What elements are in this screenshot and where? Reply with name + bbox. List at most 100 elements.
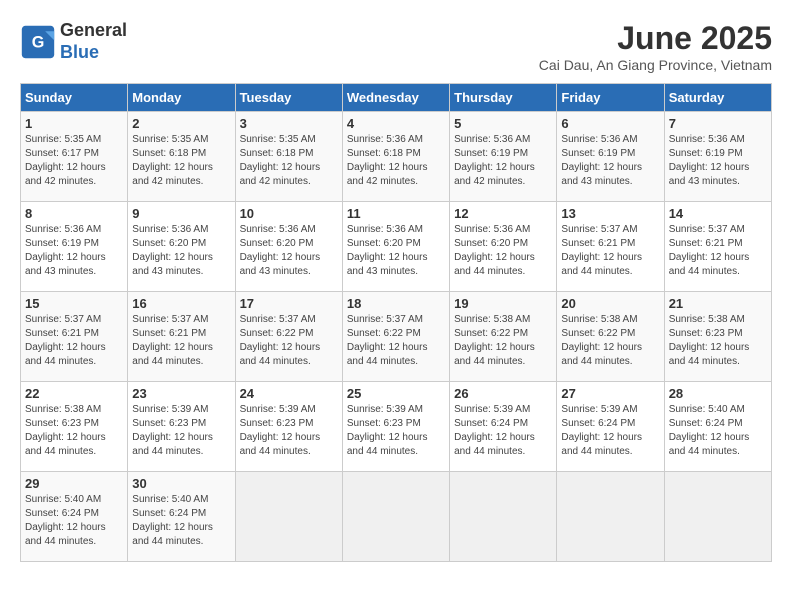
calendar-week-row: 15 Sunrise: 5:37 AMSunset: 6:21 PMDayligh… (21, 292, 772, 382)
day-info: Sunrise: 5:36 AMSunset: 6:18 PMDaylight:… (347, 133, 445, 189)
calendar-day-cell: 22 Sunrise: 5:38 AMSunset: 6:23 PMDayligh… (21, 382, 128, 472)
day-number: 11 (347, 206, 445, 221)
day-info: Sunrise: 5:37 AMSunset: 6:22 PMDaylight:… (240, 313, 338, 369)
day-info: Sunrise: 5:40 AMSunset: 6:24 PMDaylight:… (669, 403, 767, 459)
weekday-header-thursday: Thursday (450, 84, 557, 112)
day-number: 15 (25, 296, 123, 311)
day-info: Sunrise: 5:39 AMSunset: 6:23 PMDaylight:… (240, 403, 338, 459)
calendar-day-cell: 9 Sunrise: 5:36 AMSunset: 6:20 PMDaylight… (128, 202, 235, 292)
calendar-day-cell: 26 Sunrise: 5:39 AMSunset: 6:24 PMDayligh… (450, 382, 557, 472)
day-info: Sunrise: 5:40 AMSunset: 6:24 PMDaylight:… (25, 493, 123, 549)
day-number: 12 (454, 206, 552, 221)
calendar-day-cell (342, 472, 449, 562)
day-number: 30 (132, 476, 230, 491)
day-info: Sunrise: 5:35 AMSunset: 6:18 PMDaylight:… (132, 133, 230, 189)
day-info: Sunrise: 5:39 AMSunset: 6:23 PMDaylight:… (132, 403, 230, 459)
calendar-day-cell: 16 Sunrise: 5:37 AMSunset: 6:21 PMDayligh… (128, 292, 235, 382)
day-number: 16 (132, 296, 230, 311)
calendar-day-cell: 14 Sunrise: 5:37 AMSunset: 6:21 PMDayligh… (664, 202, 771, 292)
page-header: G General Blue June 2025 Cai Dau, An Gia… (20, 20, 772, 73)
month-title: June 2025 (539, 20, 772, 57)
logo-general: General (60, 20, 127, 42)
calendar-day-cell: 8 Sunrise: 5:36 AMSunset: 6:19 PMDaylight… (21, 202, 128, 292)
calendar-day-cell: 30Sunrise: 5:40 AMSunset: 6:24 PMDayligh… (128, 472, 235, 562)
calendar-day-cell: 6 Sunrise: 5:36 AMSunset: 6:19 PMDaylight… (557, 112, 664, 202)
calendar-header: SundayMondayTuesdayWednesdayThursdayFrid… (21, 84, 772, 112)
day-info: Sunrise: 5:37 AMSunset: 6:21 PMDaylight:… (561, 223, 659, 279)
day-info: Sunrise: 5:36 AMSunset: 6:20 PMDaylight:… (347, 223, 445, 279)
day-number: 21 (669, 296, 767, 311)
calendar-week-row: 22 Sunrise: 5:38 AMSunset: 6:23 PMDayligh… (21, 382, 772, 472)
day-info: Sunrise: 5:36 AMSunset: 6:19 PMDaylight:… (25, 223, 123, 279)
day-number: 22 (25, 386, 123, 401)
day-number: 26 (454, 386, 552, 401)
day-number: 7 (669, 116, 767, 131)
day-number: 25 (347, 386, 445, 401)
calendar-table: SundayMondayTuesdayWednesdayThursdayFrid… (20, 83, 772, 562)
day-info: Sunrise: 5:36 AMSunset: 6:20 PMDaylight:… (240, 223, 338, 279)
calendar-week-row: 8 Sunrise: 5:36 AMSunset: 6:19 PMDaylight… (21, 202, 772, 292)
calendar-day-cell: 10 Sunrise: 5:36 AMSunset: 6:20 PMDayligh… (235, 202, 342, 292)
calendar-day-cell: 15 Sunrise: 5:37 AMSunset: 6:21 PMDayligh… (21, 292, 128, 382)
day-info: Sunrise: 5:39 AMSunset: 6:23 PMDaylight:… (347, 403, 445, 459)
logo: G General Blue (20, 20, 127, 63)
day-number: 3 (240, 116, 338, 131)
day-info: Sunrise: 5:38 AMSunset: 6:23 PMDaylight:… (25, 403, 123, 459)
calendar-day-cell: 17 Sunrise: 5:37 AMSunset: 6:22 PMDayligh… (235, 292, 342, 382)
calendar-day-cell: 21 Sunrise: 5:38 AMSunset: 6:23 PMDayligh… (664, 292, 771, 382)
logo-blue: Blue (60, 42, 127, 64)
calendar-day-cell: 25 Sunrise: 5:39 AMSunset: 6:23 PMDayligh… (342, 382, 449, 472)
weekday-header-friday: Friday (557, 84, 664, 112)
day-number: 4 (347, 116, 445, 131)
calendar-day-cell: 24 Sunrise: 5:39 AMSunset: 6:23 PMDayligh… (235, 382, 342, 472)
day-info: Sunrise: 5:36 AMSunset: 6:19 PMDaylight:… (561, 133, 659, 189)
day-number: 27 (561, 386, 659, 401)
calendar-day-cell: 29 Sunrise: 5:40 AMSunset: 6:24 PMDayligh… (21, 472, 128, 562)
weekday-header-tuesday: Tuesday (235, 84, 342, 112)
calendar-body: 1Sunrise: 5:35 AMSunset: 6:17 PMDaylight… (21, 112, 772, 562)
calendar-day-cell: 18 Sunrise: 5:37 AMSunset: 6:22 PMDayligh… (342, 292, 449, 382)
weekday-header-sunday: Sunday (21, 84, 128, 112)
weekday-header-monday: Monday (128, 84, 235, 112)
calendar-day-cell: 1Sunrise: 5:35 AMSunset: 6:17 PMDaylight… (21, 112, 128, 202)
day-info: Sunrise: 5:37 AMSunset: 6:21 PMDaylight:… (25, 313, 123, 369)
day-number: 20 (561, 296, 659, 311)
calendar-day-cell: 3Sunrise: 5:35 AMSunset: 6:18 PMDaylight… (235, 112, 342, 202)
calendar-day-cell: 11 Sunrise: 5:36 AMSunset: 6:20 PMDayligh… (342, 202, 449, 292)
calendar-day-cell: 27 Sunrise: 5:39 AMSunset: 6:24 PMDayligh… (557, 382, 664, 472)
calendar-day-cell (450, 472, 557, 562)
day-number: 6 (561, 116, 659, 131)
day-info: Sunrise: 5:39 AMSunset: 6:24 PMDaylight:… (454, 403, 552, 459)
day-number: 24 (240, 386, 338, 401)
day-info: Sunrise: 5:37 AMSunset: 6:22 PMDaylight:… (347, 313, 445, 369)
day-number: 17 (240, 296, 338, 311)
day-info: Sunrise: 5:38 AMSunset: 6:23 PMDaylight:… (669, 313, 767, 369)
day-number: 9 (132, 206, 230, 221)
calendar-day-cell (664, 472, 771, 562)
day-number: 10 (240, 206, 338, 221)
day-info: Sunrise: 5:37 AMSunset: 6:21 PMDaylight:… (132, 313, 230, 369)
day-number: 19 (454, 296, 552, 311)
day-number: 23 (132, 386, 230, 401)
calendar-week-row: 29 Sunrise: 5:40 AMSunset: 6:24 PMDayligh… (21, 472, 772, 562)
day-number: 29 (25, 476, 123, 491)
calendar-day-cell: 5Sunrise: 5:36 AMSunset: 6:19 PMDaylight… (450, 112, 557, 202)
calendar-day-cell: 13Sunrise: 5:37 AMSunset: 6:21 PMDayligh… (557, 202, 664, 292)
calendar-day-cell: 7 Sunrise: 5:36 AMSunset: 6:19 PMDaylight… (664, 112, 771, 202)
day-info: Sunrise: 5:35 AMSunset: 6:17 PMDaylight:… (25, 133, 123, 189)
calendar-day-cell: 20Sunrise: 5:38 AMSunset: 6:22 PMDayligh… (557, 292, 664, 382)
day-number: 18 (347, 296, 445, 311)
calendar-day-cell (235, 472, 342, 562)
day-info: Sunrise: 5:37 AMSunset: 6:21 PMDaylight:… (669, 223, 767, 279)
day-info: Sunrise: 5:36 AMSunset: 6:20 PMDaylight:… (132, 223, 230, 279)
day-number: 2 (132, 116, 230, 131)
day-info: Sunrise: 5:39 AMSunset: 6:24 PMDaylight:… (561, 403, 659, 459)
calendar-day-cell: 12 Sunrise: 5:36 AMSunset: 6:20 PMDayligh… (450, 202, 557, 292)
weekday-header-saturday: Saturday (664, 84, 771, 112)
day-info: Sunrise: 5:36 AMSunset: 6:19 PMDaylight:… (669, 133, 767, 189)
calendar-day-cell: 28Sunrise: 5:40 AMSunset: 6:24 PMDayligh… (664, 382, 771, 472)
day-number: 8 (25, 206, 123, 221)
day-number: 14 (669, 206, 767, 221)
calendar-day-cell: 23 Sunrise: 5:39 AMSunset: 6:23 PMDayligh… (128, 382, 235, 472)
day-info: Sunrise: 5:36 AMSunset: 6:20 PMDaylight:… (454, 223, 552, 279)
